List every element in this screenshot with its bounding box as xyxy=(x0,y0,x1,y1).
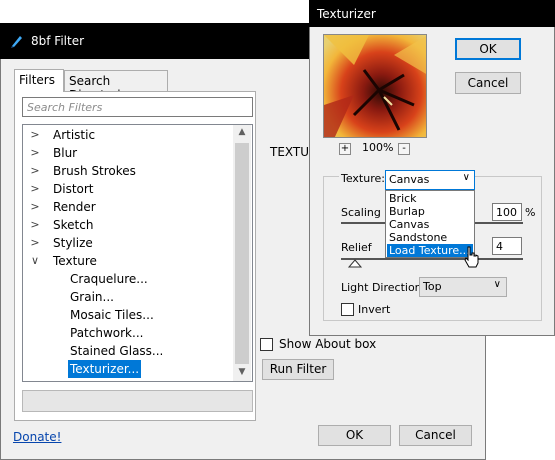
show-about-label: Show About box xyxy=(279,337,377,351)
texture-select[interactable]: Canvas ∨ xyxy=(385,170,475,190)
chevron-right-icon[interactable]: > xyxy=(29,162,41,180)
tree-node-blur[interactable]: > Blur xyxy=(23,144,233,162)
chevron-right-icon[interactable]: > xyxy=(29,234,41,252)
relief-label: Relief xyxy=(341,241,372,254)
hand-cursor-icon xyxy=(464,246,479,268)
invert-label: Invert xyxy=(358,303,391,316)
texturizer-title: Texturizer xyxy=(317,7,376,21)
texture-dropdown-list[interactable]: Brick Burlap Canvas Sandstone Load Textu… xyxy=(385,190,475,258)
tree-node-artistic[interactable]: > Artistic xyxy=(23,126,233,144)
app-icon xyxy=(11,36,22,48)
chevron-down-icon: ∨ xyxy=(493,279,501,290)
tab-search-directories[interactable]: Search Directories xyxy=(64,70,168,102)
tree-node-sketch[interactable]: > Sketch xyxy=(23,216,233,234)
tree-node-stylize[interactable]: > Stylize xyxy=(23,234,233,252)
light-direction-select[interactable]: Top ∨ xyxy=(419,277,507,297)
option-brick[interactable]: Brick xyxy=(387,192,473,205)
option-load-texture[interactable]: Load Texture... xyxy=(387,244,473,257)
tree-node-distort[interactable]: > Distort xyxy=(23,180,233,198)
texture-label: Texture: xyxy=(339,172,387,185)
relief-input[interactable]: 4 xyxy=(492,237,522,255)
show-about-checkbox[interactable] xyxy=(260,338,273,351)
run-filter-button[interactable]: Run Filter xyxy=(262,359,334,380)
chevron-right-icon[interactable]: > xyxy=(29,144,41,162)
main-window-title: 8bf Filter xyxy=(31,34,85,48)
zoom-in-button[interactable]: + xyxy=(339,143,351,155)
scaling-input[interactable]: 100 xyxy=(492,203,522,221)
light-direction-label: Light Direction: xyxy=(341,281,426,294)
ok-button[interactable]: OK xyxy=(318,425,391,446)
option-canvas[interactable]: Canvas xyxy=(387,218,473,231)
option-sandstone[interactable]: Sandstone xyxy=(387,231,473,244)
scaling-label: Scaling xyxy=(341,206,381,219)
chevron-down-icon[interactable]: ∨ xyxy=(29,252,41,270)
chevron-right-icon[interactable]: > xyxy=(29,126,41,144)
preview-image[interactable] xyxy=(323,34,427,138)
horizontal-bar xyxy=(22,390,253,412)
tree-node-render[interactable]: > Render xyxy=(23,198,233,216)
cancel-button[interactable]: Cancel xyxy=(399,425,472,446)
tree-node-brush-strokes[interactable]: > Brush Strokes xyxy=(23,162,233,180)
relief-slider-thumb[interactable] xyxy=(348,259,362,268)
scrollbar-thumb[interactable] xyxy=(235,143,249,364)
chevron-right-icon[interactable]: > xyxy=(29,198,41,216)
filter-tree[interactable]: > Artistic > Blur > Brush Strokes > Distort … xyxy=(22,124,253,382)
scroll-up-icon[interactable]: ▲ xyxy=(235,127,249,137)
texturizer-ok-button[interactable]: OK xyxy=(455,38,521,60)
scaling-unit: % xyxy=(525,206,536,219)
chevron-down-icon: ∨ xyxy=(462,172,470,183)
option-burlap[interactable]: Burlap xyxy=(387,205,473,218)
relief-slider-track[interactable] xyxy=(341,258,523,260)
zoom-out-button[interactable]: - xyxy=(398,143,410,155)
donate-link[interactable]: Donate! xyxy=(13,430,61,444)
tree-node-texture[interactable]: ∨ Texture xyxy=(23,252,233,270)
tab-filters[interactable]: Filters xyxy=(14,69,64,92)
preview-flower-image xyxy=(324,35,426,137)
chevron-right-icon[interactable]: > xyxy=(29,180,41,198)
zoom-level: 100% xyxy=(362,141,394,154)
chevron-right-icon[interactable]: > xyxy=(29,216,41,234)
texturizer-cancel-button[interactable]: Cancel xyxy=(455,72,521,94)
texturizer-title-bar[interactable]: Texturizer xyxy=(309,0,555,27)
scroll-down-icon[interactable]: ▼ xyxy=(235,367,249,377)
invert-checkbox[interactable] xyxy=(341,303,354,316)
search-input[interactable]: Search Filters xyxy=(22,97,253,117)
